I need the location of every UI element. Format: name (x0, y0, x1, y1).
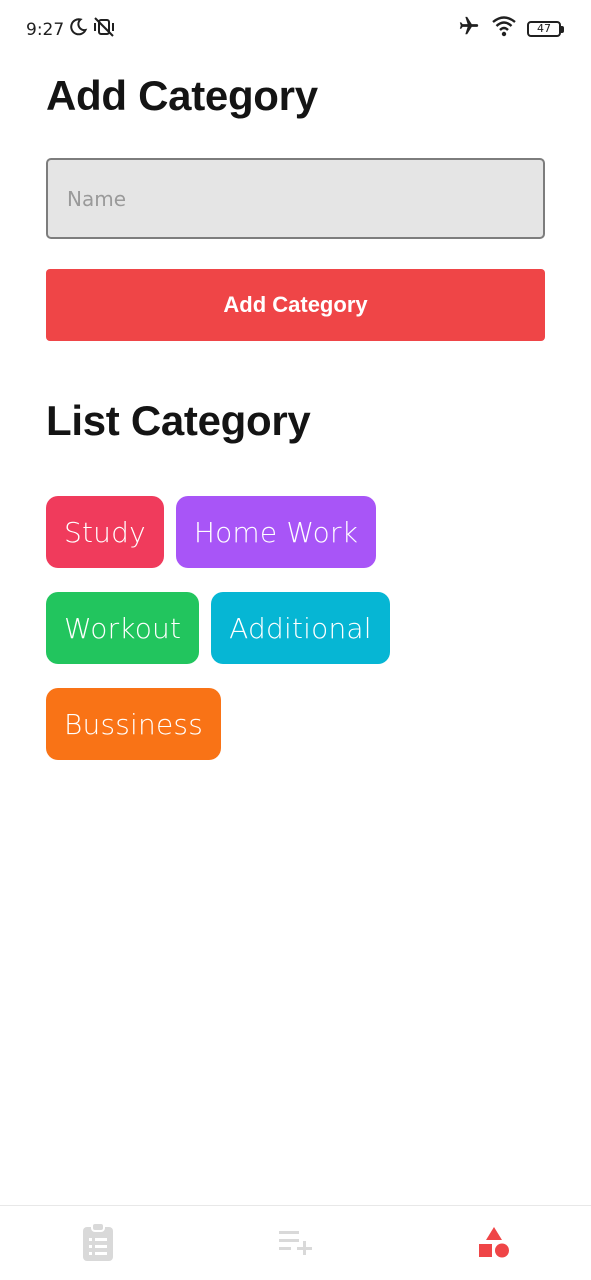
category-chip-label: Workout (64, 611, 182, 645)
category-chip-label: Additional (229, 611, 372, 645)
airplane-icon (457, 15, 481, 42)
vibrate-off-icon (92, 16, 116, 43)
nav-add-task-tab[interactable] (276, 1224, 316, 1264)
nav-tasks-tab[interactable] (78, 1221, 118, 1266)
category-chip-bussiness[interactable]: Bussiness (46, 688, 221, 760)
category-list: Study Home Work Workout Additional Bussi… (46, 496, 546, 784)
wifi-icon (491, 15, 517, 42)
status-time: 9:27 (26, 19, 65, 40)
status-right: 47 (457, 15, 564, 42)
category-chip-label: Home Work (193, 515, 359, 549)
category-row: Workout Additional (46, 592, 546, 664)
moon-icon (68, 17, 88, 42)
shapes-icon (477, 1225, 511, 1264)
category-chip-additional[interactable]: Additional (211, 592, 390, 664)
category-chip-label: Bussiness (64, 707, 203, 741)
status-bar: 9:27 47 (0, 0, 591, 54)
category-row: Bussiness (46, 688, 546, 760)
bottom-nav (0, 1205, 591, 1280)
nav-categories-tab[interactable] (474, 1224, 514, 1264)
list-category-title: List Category (46, 397, 311, 444)
category-row: Study Home Work (46, 496, 546, 568)
category-chip-workout[interactable]: Workout (46, 592, 200, 664)
status-left: 9:27 (26, 16, 116, 43)
category-chip-home-work[interactable]: Home Work (175, 496, 377, 568)
add-category-title: Add Category (46, 72, 318, 119)
battery-icon: 47 (527, 20, 564, 37)
category-chip-study[interactable]: Study (46, 496, 164, 568)
category-chip-label: Study (64, 515, 146, 549)
clipboard-list-icon (82, 1221, 114, 1266)
add-category-button[interactable]: Add Category (46, 269, 545, 341)
playlist-add-icon (279, 1229, 313, 1260)
category-name-input[interactable] (46, 158, 545, 239)
